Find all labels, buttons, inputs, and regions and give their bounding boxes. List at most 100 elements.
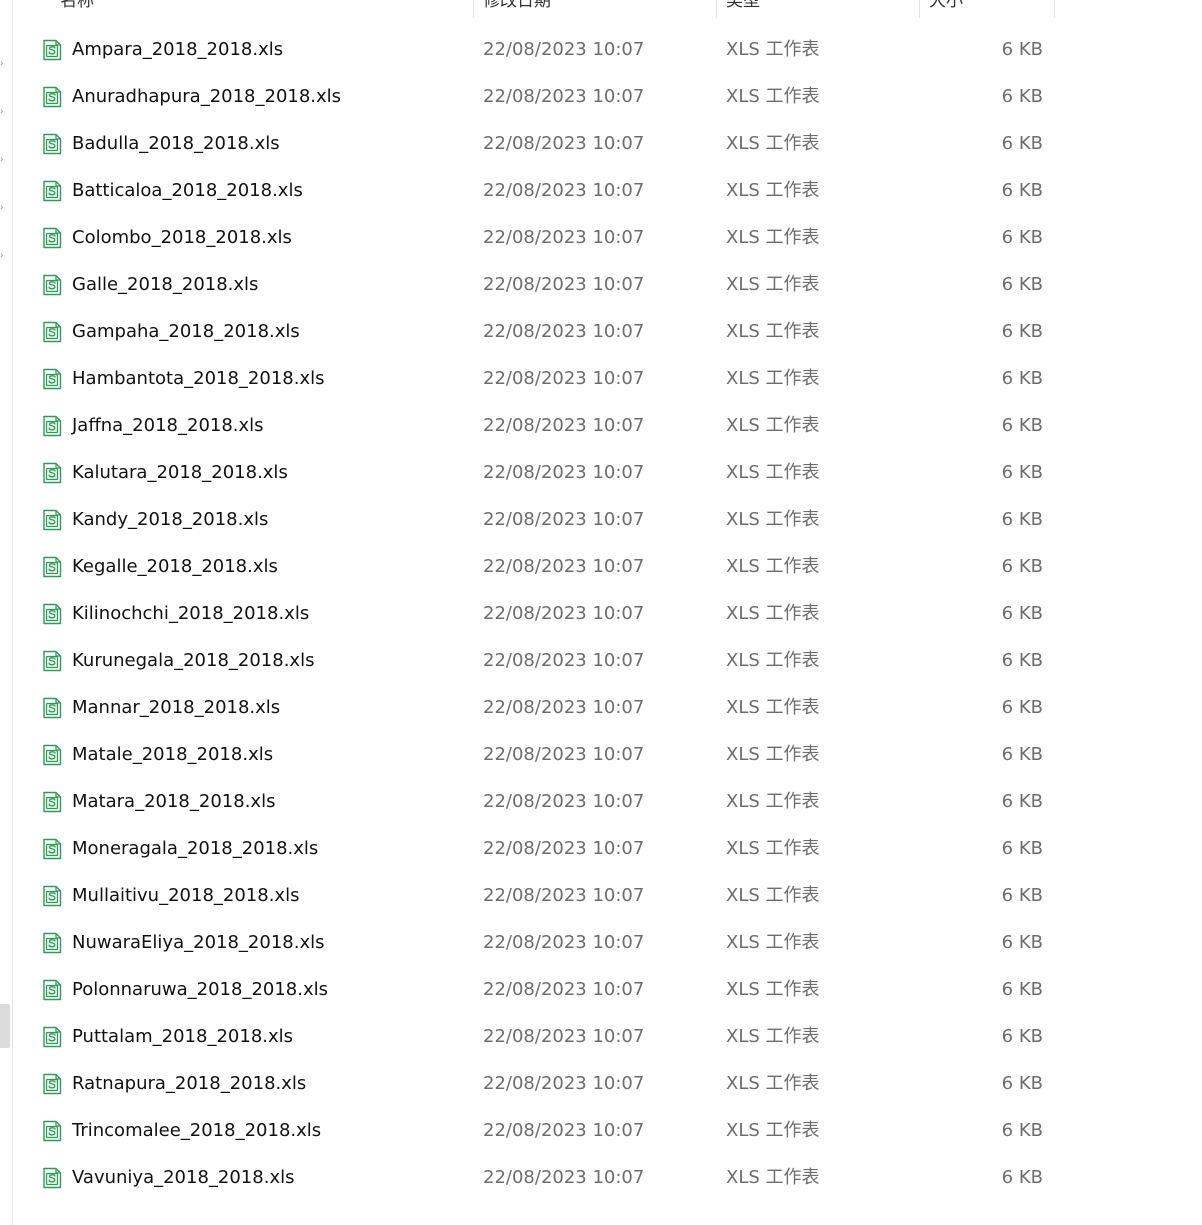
file-row[interactable]: Mullaitivu_2018_2018.xls 22/08/2023 10:07… xyxy=(13,873,1073,920)
file-type: XLS 工作表 xyxy=(726,227,820,248)
column-header-type[interactable]: 类型 xyxy=(726,0,760,18)
spreadsheet-file-icon xyxy=(42,274,62,296)
file-row[interactable]: Matale_2018_2018.xls 22/08/2023 10:07 XLS … xyxy=(13,732,1073,779)
file-row[interactable]: Mannar_2018_2018.xls 22/08/2023 10:07 XLS … xyxy=(13,685,1073,732)
column-header-name[interactable]: 名称 xyxy=(60,0,94,18)
file-name: Matale_2018_2018.xls xyxy=(72,744,274,765)
file-size: 6 KB xyxy=(1001,1167,1043,1188)
file-row[interactable]: Jaffna_2018_2018.xls 22/08/2023 10:07 XLS … xyxy=(13,403,1073,450)
file-type: XLS 工作表 xyxy=(726,1073,820,1094)
column-divider[interactable] xyxy=(473,0,474,18)
column-header-size[interactable]: 大小 xyxy=(929,0,963,18)
file-size: 6 KB xyxy=(1001,39,1043,60)
navigation-pane[interactable]: › › › › › xyxy=(0,0,13,1225)
file-size: 6 KB xyxy=(1001,1073,1043,1094)
file-size: 6 KB xyxy=(1001,462,1043,483)
file-name: Trincomalee_2018_2018.xls xyxy=(72,1120,322,1141)
file-explorer-window: › › › › › 名称 修改日期 类型 大小 Ampara_2018_2018… xyxy=(0,0,1202,1225)
file-name: Polonnaruwa_2018_2018.xls xyxy=(72,979,329,1000)
column-divider[interactable] xyxy=(919,0,920,18)
file-size: 6 KB xyxy=(1001,650,1043,671)
file-row[interactable]: Anuradhapura_2018_2018.xls 22/08/2023 10:… xyxy=(13,74,1073,121)
file-type: XLS 工作表 xyxy=(726,274,820,295)
file-row[interactable]: Badulla_2018_2018.xls 22/08/2023 10:07 XLS… xyxy=(13,121,1073,168)
file-name: Mullaitivu_2018_2018.xls xyxy=(72,885,300,906)
chevron-right-icon[interactable]: › xyxy=(0,204,7,213)
file-modified-date: 22/08/2023 10:07 xyxy=(483,86,645,107)
chevron-right-icon[interactable]: › xyxy=(0,252,7,261)
file-size: 6 KB xyxy=(1001,556,1043,577)
file-modified-date: 22/08/2023 10:07 xyxy=(483,368,645,389)
chevron-right-icon[interactable]: › xyxy=(0,156,7,165)
file-type: XLS 工作表 xyxy=(726,39,820,60)
file-modified-date: 22/08/2023 10:07 xyxy=(483,227,645,248)
file-size: 6 KB xyxy=(1001,603,1043,624)
file-type: XLS 工作表 xyxy=(726,932,820,953)
file-row[interactable]: Kegalle_2018_2018.xls 22/08/2023 10:07 XLS… xyxy=(13,544,1073,591)
file-modified-date: 22/08/2023 10:07 xyxy=(483,838,645,859)
spreadsheet-file-icon xyxy=(42,932,62,954)
file-name: Gampaha_2018_2018.xls xyxy=(72,321,300,342)
file-size: 6 KB xyxy=(1001,509,1043,530)
file-row[interactable]: Kandy_2018_2018.xls 22/08/2023 10:07 XLS 工… xyxy=(13,497,1073,544)
file-type: XLS 工作表 xyxy=(726,86,820,107)
file-modified-date: 22/08/2023 10:07 xyxy=(483,180,645,201)
file-modified-date: 22/08/2023 10:07 xyxy=(483,697,645,718)
file-row[interactable]: Hambantota_2018_2018.xls 22/08/2023 10:07… xyxy=(13,356,1073,403)
column-divider[interactable] xyxy=(1054,0,1055,18)
file-row[interactable]: Kilinochchi_2018_2018.xls 22/08/2023 10:0… xyxy=(13,591,1073,638)
file-row[interactable]: NuwaraEliya_2018_2018.xls 22/08/2023 10:0… xyxy=(13,920,1073,967)
file-name: Mannar_2018_2018.xls xyxy=(72,697,281,718)
file-row[interactable]: Polonnaruwa_2018_2018.xls 22/08/2023 10:0… xyxy=(13,967,1073,1014)
spreadsheet-file-icon xyxy=(42,509,62,531)
navigation-scrollbar-thumb[interactable] xyxy=(0,1004,10,1048)
file-row[interactable]: Trincomalee_2018_2018.xls 22/08/2023 10:0… xyxy=(13,1108,1073,1155)
file-row[interactable]: Moneragala_2018_2018.xls 22/08/2023 10:07… xyxy=(13,826,1073,873)
file-size: 6 KB xyxy=(1001,227,1043,248)
file-name: Puttalam_2018_2018.xls xyxy=(72,1026,294,1047)
file-modified-date: 22/08/2023 10:07 xyxy=(483,415,645,436)
file-modified-date: 22/08/2023 10:07 xyxy=(483,1167,645,1188)
file-modified-date: 22/08/2023 10:07 xyxy=(483,462,645,483)
chevron-right-icon[interactable]: › xyxy=(0,60,7,69)
file-row[interactable]: Kurunegala_2018_2018.xls 22/08/2023 10:07… xyxy=(13,638,1073,685)
file-row[interactable]: Vavuniya_2018_2018.xls 22/08/2023 10:07 XL… xyxy=(13,1155,1073,1202)
file-modified-date: 22/08/2023 10:07 xyxy=(483,133,645,154)
file-row[interactable]: Kalutara_2018_2018.xls 22/08/2023 10:07 XL… xyxy=(13,450,1073,497)
spreadsheet-file-icon xyxy=(42,885,62,907)
file-size: 6 KB xyxy=(1001,415,1043,436)
file-size: 6 KB xyxy=(1001,1026,1043,1047)
file-size: 6 KB xyxy=(1001,979,1043,1000)
file-size: 6 KB xyxy=(1001,791,1043,812)
file-type: XLS 工作表 xyxy=(726,697,820,718)
file-row[interactable]: Gampaha_2018_2018.xls 22/08/2023 10:07 XLS… xyxy=(13,309,1073,356)
file-type: XLS 工作表 xyxy=(726,979,820,1000)
file-name: Ampara_2018_2018.xls xyxy=(72,39,284,60)
chevron-right-icon[interactable]: › xyxy=(0,108,7,117)
file-name: Kegalle_2018_2018.xls xyxy=(72,556,278,577)
file-modified-date: 22/08/2023 10:07 xyxy=(483,932,645,953)
file-size: 6 KB xyxy=(1001,932,1043,953)
file-type: XLS 工作表 xyxy=(726,321,820,342)
file-row[interactable]: Ampara_2018_2018.xls 22/08/2023 10:07 XLS … xyxy=(13,27,1073,74)
file-list: Ampara_2018_2018.xls 22/08/2023 10:07 XLS … xyxy=(13,27,1073,1202)
file-type: XLS 工作表 xyxy=(726,603,820,624)
file-name: Galle_2018_2018.xls xyxy=(72,274,259,295)
file-type: XLS 工作表 xyxy=(726,462,820,483)
file-row[interactable]: Batticaloa_2018_2018.xls 22/08/2023 10:07… xyxy=(13,168,1073,215)
column-header-date[interactable]: 修改日期 xyxy=(483,0,551,18)
file-size: 6 KB xyxy=(1001,274,1043,295)
file-row[interactable]: Galle_2018_2018.xls 22/08/2023 10:07 XLS 工… xyxy=(13,262,1073,309)
file-row[interactable]: Colombo_2018_2018.xls 22/08/2023 10:07 XLS… xyxy=(13,215,1073,262)
file-name: Jaffna_2018_2018.xls xyxy=(72,415,264,436)
file-size: 6 KB xyxy=(1001,321,1043,342)
file-name: Kalutara_2018_2018.xls xyxy=(72,462,288,483)
column-divider[interactable] xyxy=(716,0,717,18)
file-size: 6 KB xyxy=(1001,885,1043,906)
file-row[interactable]: Matara_2018_2018.xls 22/08/2023 10:07 XLS … xyxy=(13,779,1073,826)
file-name: Ratnapura_2018_2018.xls xyxy=(72,1073,307,1094)
file-type: XLS 工作表 xyxy=(726,1167,820,1188)
spreadsheet-file-icon xyxy=(42,133,62,155)
file-row[interactable]: Ratnapura_2018_2018.xls 22/08/2023 10:07 X… xyxy=(13,1061,1073,1108)
file-row[interactable]: Puttalam_2018_2018.xls 22/08/2023 10:07 XL… xyxy=(13,1014,1073,1061)
